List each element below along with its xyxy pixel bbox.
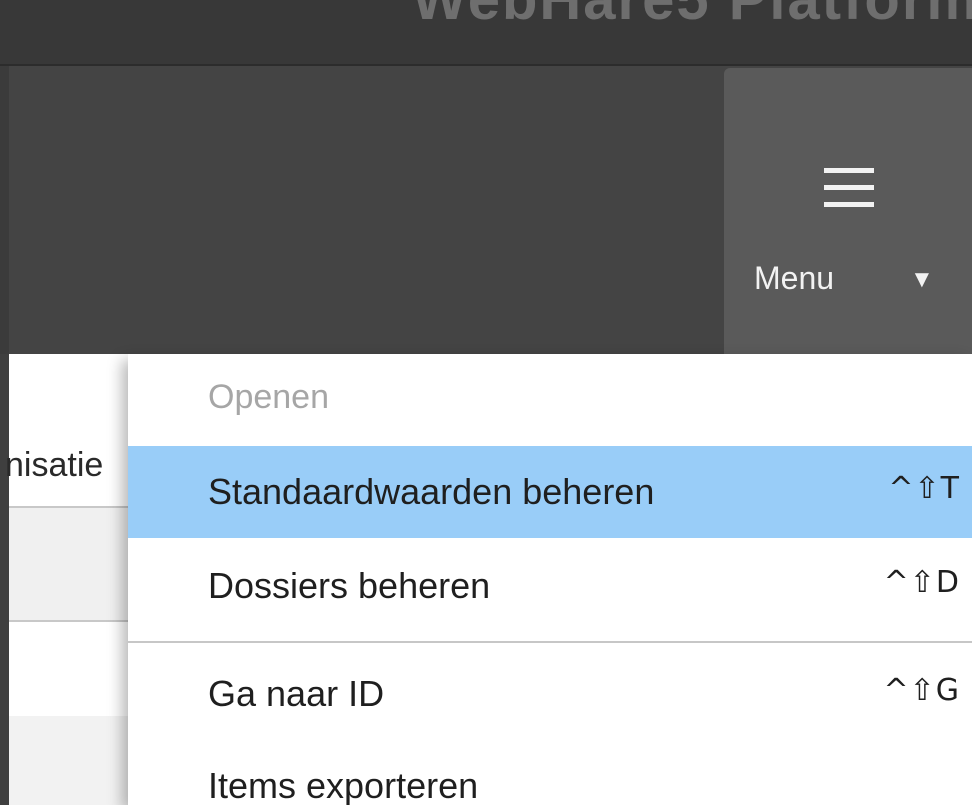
menu-item-items-exporteren[interactable]: Items exporteren	[128, 740, 972, 805]
list-item[interactable]	[9, 508, 139, 620]
hamburger-icon	[824, 168, 874, 208]
menu-item-label: Items exporteren	[208, 765, 479, 805]
menu-item-label: Dossiers beheren	[208, 565, 491, 606]
menu-item-shortcut: ^⇧T	[888, 471, 960, 506]
caret-down-icon: ▼	[910, 266, 934, 293]
menu-dropdown: Openen Standaardwaarden beheren ^⇧T Doss…	[128, 354, 972, 805]
menu-item-shortcut: ^⇧D	[883, 565, 960, 600]
page-left-edge	[0, 354, 9, 805]
app-root: WebHare5 Platform Menu ▼ nisatie Openen …	[0, 0, 972, 805]
menu-button[interactable]: Menu ▼	[724, 68, 972, 354]
menu-item-label: Standaardwaarden beheren	[208, 471, 655, 512]
menu-item-standaardwaarden-beheren[interactable]: Standaardwaarden beheren ^⇧T	[128, 446, 972, 538]
divider	[9, 620, 139, 622]
title-bar: WebHare5 Platform	[0, 0, 972, 66]
menu-item-label: Ga naar ID	[208, 673, 385, 714]
menu-item-ga-naar-id[interactable]: Ga naar ID ^⇧G	[128, 648, 972, 740]
menu-item-dossiers-beheren[interactable]: Dossiers beheren ^⇧D	[128, 540, 972, 632]
header-left-edge	[0, 66, 9, 354]
tab-organisatie[interactable]: nisatie	[5, 446, 103, 485]
menu-divider	[128, 641, 972, 643]
menu-button-label: Menu	[754, 260, 835, 296]
app-title: WebHare5 Platform	[412, 0, 972, 33]
app-header: Menu ▼	[0, 66, 972, 354]
list-item[interactable]	[9, 716, 139, 805]
menu-item-shortcut: ^⇧G	[883, 673, 960, 708]
menu-section-header: Openen	[208, 378, 329, 416]
